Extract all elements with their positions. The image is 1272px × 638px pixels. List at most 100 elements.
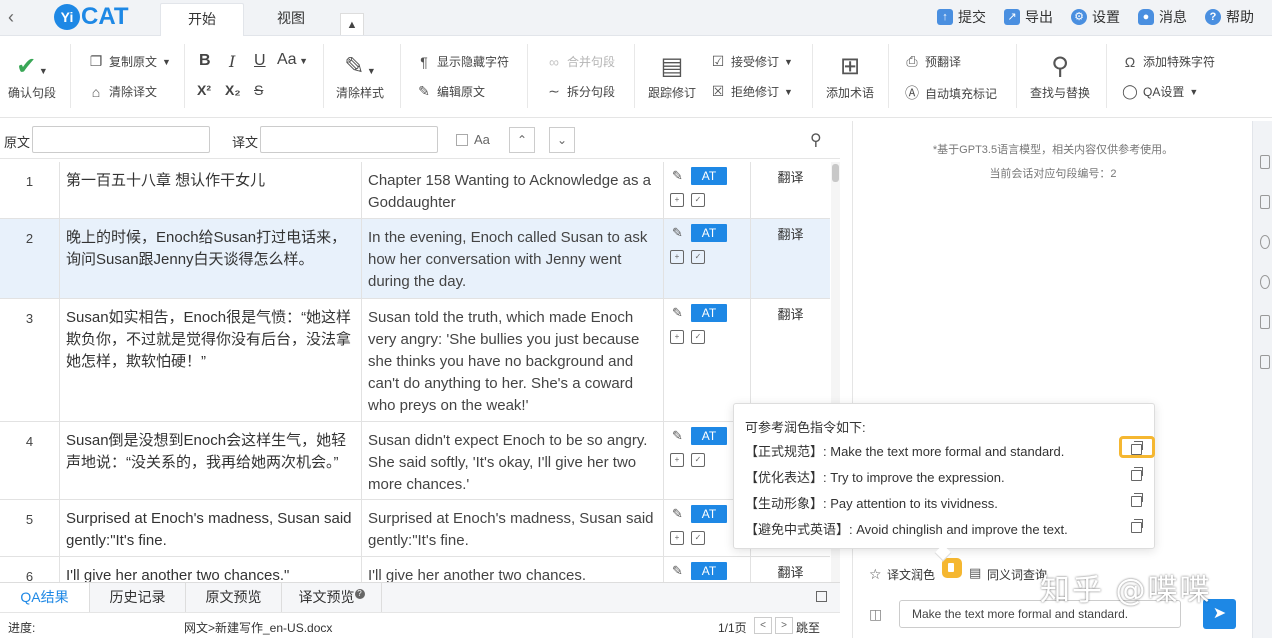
note-icon[interactable]: + [670, 531, 684, 545]
side-icon[interactable] [1260, 195, 1270, 209]
table-row[interactable]: 2 晚上的时候，Enoch给Susan打过电话来，询问Susan跟Jenny白天… [0, 219, 830, 299]
bold-icon[interactable]: B [199, 52, 211, 70]
next-match-button[interactable]: ⌄ [549, 127, 575, 153]
prompt-option[interactable]: 【优化表达】: Try to improve the expression. [745, 467, 1005, 486]
translate-button[interactable]: 翻译 [751, 162, 830, 218]
pretranslate-button[interactable]: ⎙ 预翻译 [904, 53, 961, 70]
side-icon[interactable] [1260, 315, 1270, 329]
prompt-option[interactable]: 【避免中式英语】: Avoid chinglish and improve th… [745, 519, 1068, 538]
strikethrough-icon[interactable]: S [254, 82, 263, 98]
table-row[interactable]: 1 第一百五十八章 想认作干女儿 Chapter 158 Wanting to … [0, 162, 830, 219]
copy-source-button[interactable]: ❐ 复制原文 ▼ [88, 53, 171, 70]
source-cell[interactable]: Surprised at Enoch's madness, Susan said… [60, 500, 362, 556]
pencil-icon[interactable]: ✎ [672, 225, 683, 241]
match-case-checkbox[interactable] [456, 134, 468, 146]
translate-button[interactable]: 翻译 [751, 557, 830, 582]
edit-note-icon[interactable]: ✓ [691, 250, 705, 264]
translate-button[interactable]: 翻译 [751, 219, 830, 298]
scrollbar-thumb[interactable] [832, 164, 839, 182]
copy-icon[interactable] [1131, 493, 1143, 507]
target-filter-input[interactable] [260, 126, 438, 153]
messages-button[interactable]: ● 消息 [1138, 7, 1187, 27]
target-cell[interactable]: In the evening, Enoch called Susan to as… [362, 219, 664, 298]
italic-icon[interactable]: I [229, 52, 235, 71]
source-cell[interactable]: 晚上的时候，Enoch给Susan打过电话来，询问Susan跟Jenny白天谈得… [60, 219, 362, 298]
prompt-suggestions-icon[interactable] [942, 558, 962, 578]
copy-icon[interactable] [1131, 441, 1143, 455]
show-hidden-chars-button[interactable]: ¶ 显示隐藏字符 [416, 53, 509, 70]
table-row[interactable]: 6 I'll give her another two chances." I'… [0, 557, 830, 582]
source-cell[interactable]: Susan倒是没想到Enoch会这样生气，她轻声地说：“没关系的，我再给她两次机… [60, 422, 362, 499]
edit-note-icon[interactable]: ✓ [691, 453, 705, 467]
split-segment-button[interactable]: ∼ 拆分句段 [546, 83, 615, 100]
prev-match-button[interactable]: ⌃ [509, 127, 535, 153]
edit-note-icon[interactable]: ✓ [691, 531, 705, 545]
reject-changes-button[interactable]: ☒ 拒绝修订 ▼ [710, 83, 793, 100]
goto-label[interactable]: 跳至 [796, 619, 820, 636]
copy-icon[interactable] [1131, 467, 1143, 481]
help-button[interactable]: ? 帮助 [1205, 7, 1254, 27]
find-replace-button[interactable]: ⚲ 查找与替换 [1030, 52, 1090, 101]
tab-history[interactable]: 历史记录 [90, 583, 186, 612]
prompt-option[interactable]: 【生动形象】: Pay attention to its vividness. [745, 493, 998, 512]
tab-view[interactable]: 视图 [252, 3, 330, 36]
side-icon[interactable] [1260, 235, 1270, 249]
source-filter-input[interactable] [32, 126, 210, 153]
export-button[interactable]: ↗ 导出 [1004, 7, 1053, 27]
qa-settings-button[interactable]: ◯ QA设置 ▼ [1122, 83, 1198, 100]
side-icon[interactable] [1260, 155, 1270, 169]
source-cell[interactable]: 第一百五十八章 想认作干女儿 [60, 162, 362, 218]
note-icon[interactable]: + [670, 250, 684, 264]
side-icon[interactable] [1260, 355, 1270, 369]
source-cell[interactable]: I'll give her another two chances." [60, 557, 362, 582]
autofill-tags-button[interactable]: Ⓐ 自动填充标记 [904, 83, 997, 103]
underline-icon[interactable]: U [254, 52, 266, 70]
tab-target-preview[interactable]: 译文预览? [282, 583, 382, 612]
merge-segment-button[interactable]: ∞ 合并句段 [546, 53, 615, 70]
edit-note-icon[interactable]: ✓ [691, 193, 705, 207]
table-row[interactable]: 4 Susan倒是没想到Enoch会这样生气，她轻声地说：“没关系的，我再给她两… [0, 422, 830, 500]
target-cell[interactable]: Susan told the truth, which made Enoch v… [362, 299, 664, 421]
side-icon[interactable] [1260, 275, 1270, 289]
note-icon[interactable]: + [670, 453, 684, 467]
track-changes-button[interactable]: ▤ 跟踪修订 [648, 52, 696, 101]
target-cell[interactable]: Susan didn't expect Enoch to be so angry… [362, 422, 664, 499]
tab-qa-results[interactable]: QA结果 [0, 583, 90, 612]
clear-style-button[interactable]: ✎ ▼ 清除样式 [336, 52, 384, 101]
confirm-segment-button[interactable]: ✔ ▼ 确认句段 [8, 52, 56, 101]
copy-icon[interactable] [1131, 519, 1143, 533]
target-cell[interactable]: Chapter 158 Wanting to Acknowledge as a … [362, 162, 664, 218]
pencil-icon[interactable]: ✎ [672, 563, 683, 579]
prev-page-button[interactable]: < [754, 617, 772, 634]
font-case-button[interactable]: Aa ▼ [277, 51, 308, 69]
note-icon[interactable]: + [670, 330, 684, 344]
polish-tool-button[interactable]: 译文润色 [887, 566, 935, 583]
filter-icon[interactable]: ⚲ [810, 130, 822, 150]
target-cell[interactable]: I'll give her another two chances. [362, 557, 664, 582]
target-cell[interactable]: Surprised at Enoch's madness, Susan said… [362, 500, 664, 556]
pencil-icon[interactable]: ✎ [672, 506, 683, 522]
add-term-button[interactable]: ⊞ 添加术语 [826, 52, 874, 101]
tab-start[interactable]: 开始 [160, 3, 244, 36]
note-icon[interactable]: + [670, 193, 684, 207]
back-icon[interactable]: ‹ [8, 7, 14, 28]
tab-source-preview[interactable]: 原文预览 [186, 583, 282, 612]
trash-icon[interactable]: ◫ [869, 606, 882, 623]
subscript-icon[interactable]: X₂ [225, 82, 241, 98]
accept-changes-button[interactable]: ☑ 接受修订 ▼ [710, 53, 793, 70]
superscript-icon[interactable]: X² [197, 82, 211, 98]
collapse-ribbon-icon[interactable]: ▲ [340, 13, 364, 35]
settings-button[interactable]: ⚙ 设置 [1071, 7, 1120, 27]
add-special-char-button[interactable]: Ω 添加特殊字符 [1122, 53, 1215, 70]
table-row[interactable]: 3 Susan如实相告，Enoch很是气愤：“她这样欺负你，不过就是觉得你没有后… [0, 299, 830, 422]
next-page-button[interactable]: > [775, 617, 793, 634]
edit-source-button[interactable]: ✎ 编辑原文 [416, 83, 485, 100]
submit-button[interactable]: ↑ 提交 [937, 7, 986, 27]
source-cell[interactable]: Susan如实相告，Enoch很是气愤：“她这样欺负你，不过就是觉得你没有后台，… [60, 299, 362, 421]
pencil-icon[interactable]: ✎ [672, 168, 683, 184]
clear-target-button[interactable]: ⌂ 清除译文 [88, 83, 157, 100]
synonym-tool-button[interactable]: 同义词查询 [987, 566, 1047, 583]
pencil-icon[interactable]: ✎ [672, 305, 683, 321]
table-row[interactable]: 5 Surprised at Enoch's madness, Susan sa… [0, 500, 830, 557]
edit-note-icon[interactable]: ✓ [691, 330, 705, 344]
